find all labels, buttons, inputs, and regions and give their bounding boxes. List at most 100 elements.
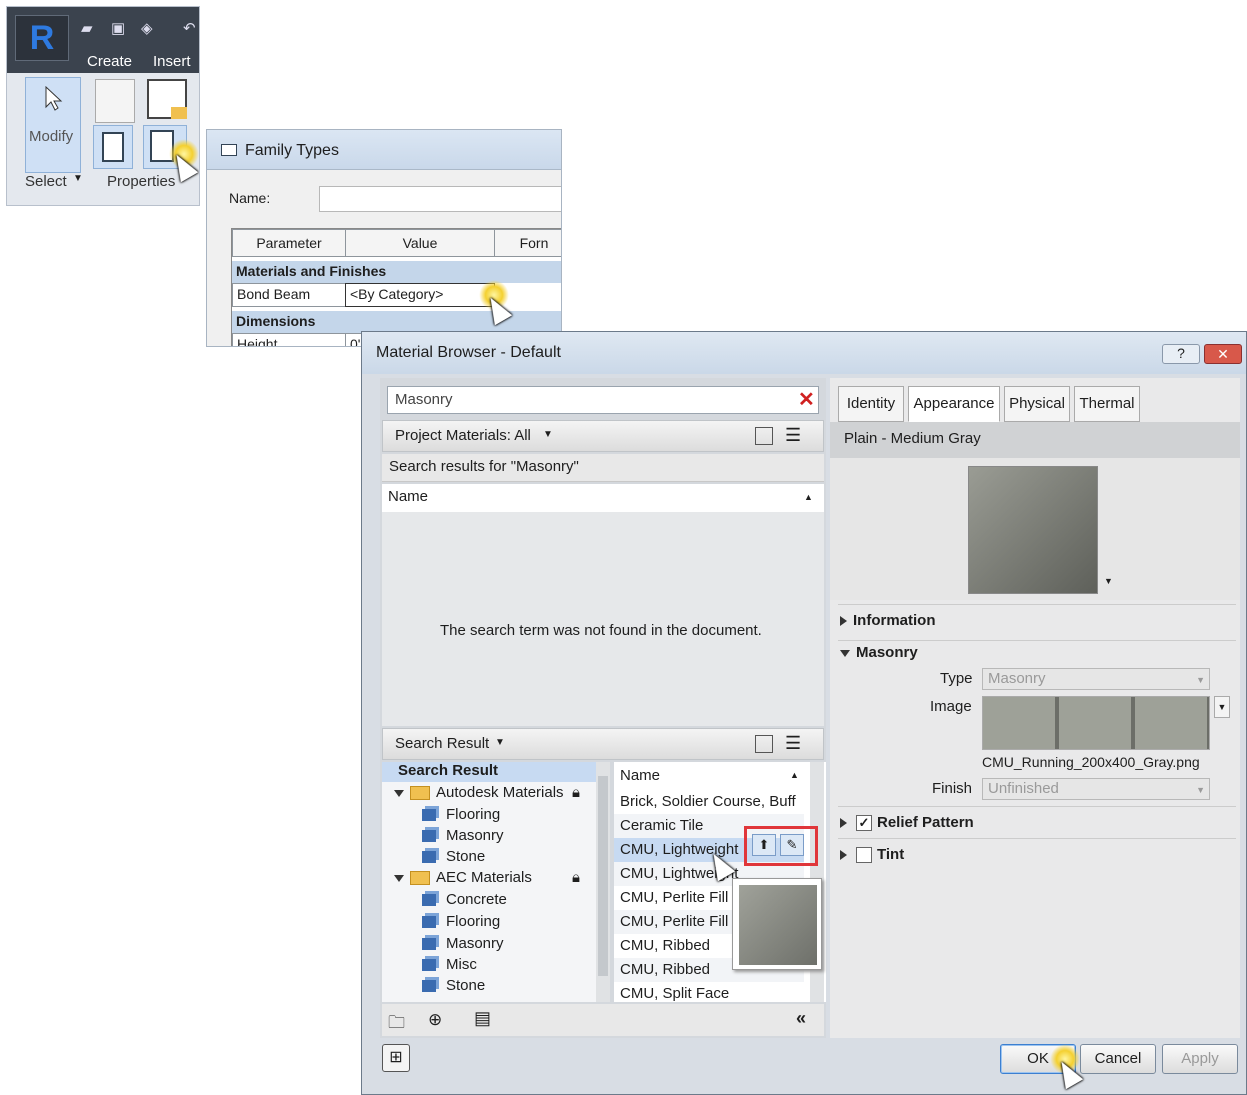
modify-label: Modify <box>29 128 74 145</box>
library-icon <box>422 830 436 843</box>
pointer-icon <box>45 86 63 111</box>
create-material-icon[interactable]: ⊕ <box>428 1010 442 1030</box>
library-icon <box>422 851 436 864</box>
library-icon <box>422 809 436 822</box>
material-browser-title: Material Browser - Default <box>376 344 561 361</box>
tree-autodesk-materials[interactable]: Autodesk Materials <box>394 784 564 801</box>
name-column-header[interactable]: Name <box>388 488 428 505</box>
right-pane: Identity Appearance Physical Thermal Pla… <box>830 378 1240 1038</box>
library-bottom-toolbar: 🗀 ⊕ ▤ « <box>382 1004 824 1036</box>
chevron-down-icon[interactable]: ▼ <box>1214 696 1230 718</box>
create-library-icon[interactable]: 🗀 <box>388 1010 405 1039</box>
tab-thermal[interactable]: Thermal <box>1074 386 1140 422</box>
section-information[interactable]: Information <box>840 612 936 629</box>
tree-flooring[interactable]: Flooring <box>422 806 500 823</box>
tree-misc[interactable]: Misc <box>422 956 477 973</box>
column-parameter[interactable]: Parameter <box>232 229 346 257</box>
group-dimensions: Dimensions <box>232 311 561 333</box>
tree-aec-materials[interactable]: AEC Materials <box>394 869 532 886</box>
tree-concrete[interactable]: Concrete <box>422 891 507 908</box>
select-panel-label[interactable]: Select <box>25 173 67 190</box>
value-bond-beam[interactable]: <By Category> <box>345 283 495 307</box>
help-button[interactable]: ? <box>1162 344 1200 364</box>
editor-tabs: Identity Appearance Physical Thermal <box>838 386 1238 422</box>
list-view-icon[interactable]: ☰ <box>785 425 801 446</box>
sort-asc-icon[interactable]: ▲ <box>804 492 813 502</box>
list-view-icon[interactable]: ☰ <box>785 733 801 754</box>
tree-masonry-aec[interactable]: Masonry <box>422 935 504 952</box>
library-list-item[interactable]: CMU, Split Face <box>614 982 804 1006</box>
open-icon[interactable]: ▰ <box>81 19 99 37</box>
name-field[interactable] <box>319 186 561 212</box>
undo-icon[interactable]: ↶ <box>183 19 199 37</box>
sort-asc-icon[interactable]: ▲ <box>790 770 799 780</box>
search-input[interactable]: Masonry ✕ <box>387 386 819 414</box>
library-list-item[interactable]: Brick, Soldier Course, Buff <box>614 790 804 814</box>
tree-stone-aec[interactable]: Stone <box>422 977 485 994</box>
column-formula[interactable]: Forn <box>494 229 561 257</box>
chevron-down-icon[interactable]: ▼ <box>495 737 505 748</box>
window-icon <box>221 144 237 156</box>
section-masonry[interactable]: Masonry <box>840 644 918 661</box>
highlight-box <box>744 826 818 866</box>
material-browser-toggle-icon[interactable]: ⊞ <box>382 1044 410 1072</box>
column-value[interactable]: Value <box>345 229 495 257</box>
modify-button[interactable]: Modify <box>25 77 81 173</box>
project-filter-dropdown[interactable]: Project Materials: All <box>395 427 531 444</box>
asset-browser-icon[interactable]: ▤ <box>474 1008 491 1029</box>
search-results-label: Search results for "Masonry" <box>389 458 579 475</box>
image-thumbnail[interactable] <box>982 696 1210 750</box>
library-filter-dropdown[interactable]: Search Result <box>395 735 489 752</box>
load-into-project-icon[interactable] <box>147 79 187 119</box>
tree-scrollbar[interactable] <box>596 762 610 1002</box>
tree-search-result[interactable]: Search Result <box>382 762 596 782</box>
library-name-header[interactable]: Name <box>620 767 660 784</box>
relief-checkbox[interactable]: ✓ <box>856 815 872 831</box>
type-dropdown[interactable]: Masonry ▼ <box>982 668 1210 690</box>
revit-app-button[interactable]: R <box>15 15 69 61</box>
close-button[interactable]: ✕ <box>1204 344 1242 364</box>
project-toolbar: Project Materials: All ▼ ☰ <box>382 420 824 452</box>
toggle-view-icon[interactable] <box>755 735 773 753</box>
clear-search-icon[interactable]: ✕ <box>798 387 815 412</box>
save-icon[interactable]: ▣ <box>111 19 129 37</box>
material-thumbnail-tooltip <box>732 878 822 970</box>
tree-masonry[interactable]: Masonry <box>422 827 504 844</box>
param-bond-beam: Bond Beam <box>232 283 346 307</box>
tree-flooring-aec[interactable]: Flooring <box>422 913 500 930</box>
tab-identity[interactable]: Identity <box>838 386 904 422</box>
section-relief-pattern[interactable]: ✓ Relief Pattern <box>840 814 974 831</box>
tree-stone[interactable]: Stone <box>422 848 485 865</box>
tab-insert[interactable]: Insert <box>153 53 191 70</box>
family-types-dialog: Family Types Name: Parameter Value Forn … <box>206 129 562 347</box>
finish-dropdown[interactable]: Unfinished ▼ <box>982 778 1210 800</box>
apply-button[interactable]: Apply <box>1162 1044 1238 1074</box>
library-icon <box>422 938 436 951</box>
not-found-message: The search term was not found in the doc… <box>440 622 762 639</box>
tint-checkbox[interactable] <box>856 847 872 863</box>
chevron-down-icon[interactable]: ▼ <box>73 173 83 184</box>
chevron-down-icon[interactable]: ▼ <box>1104 576 1113 586</box>
empty-results-area: The search term was not found in the doc… <box>382 512 824 726</box>
family-types-button[interactable] <box>93 125 133 169</box>
tab-physical[interactable]: Physical <box>1004 386 1070 422</box>
toggle-view-icon[interactable] <box>755 427 773 445</box>
library-icon <box>422 894 436 907</box>
tab-appearance[interactable]: Appearance <box>908 386 1000 422</box>
type-label: Type <box>940 670 973 687</box>
collapse-icon[interactable]: « <box>796 1008 806 1029</box>
family-category-icon[interactable] <box>95 79 135 123</box>
chevron-down-icon[interactable]: ▼ <box>543 429 553 440</box>
cancel-button[interactable]: Cancel <box>1080 1044 1156 1074</box>
group-materials-finishes: Materials and Finishes <box>232 261 561 283</box>
image-filename: CMU_Running_200x400_Gray.png <box>982 754 1200 770</box>
library-icon <box>422 916 436 929</box>
name-label: Name: <box>229 190 271 206</box>
tab-create[interactable]: Create <box>87 53 132 70</box>
library-tree: Search Result Autodesk Materials 🔒︎ Floo… <box>382 762 610 1002</box>
section-tint[interactable]: Tint <box>840 846 904 863</box>
asset-name: Plain - Medium Gray <box>844 430 981 447</box>
appearance-preview[interactable] <box>968 466 1098 594</box>
lock-icon: 🔒︎ <box>572 869 580 886</box>
sync-icon[interactable]: ◈ <box>141 19 159 37</box>
